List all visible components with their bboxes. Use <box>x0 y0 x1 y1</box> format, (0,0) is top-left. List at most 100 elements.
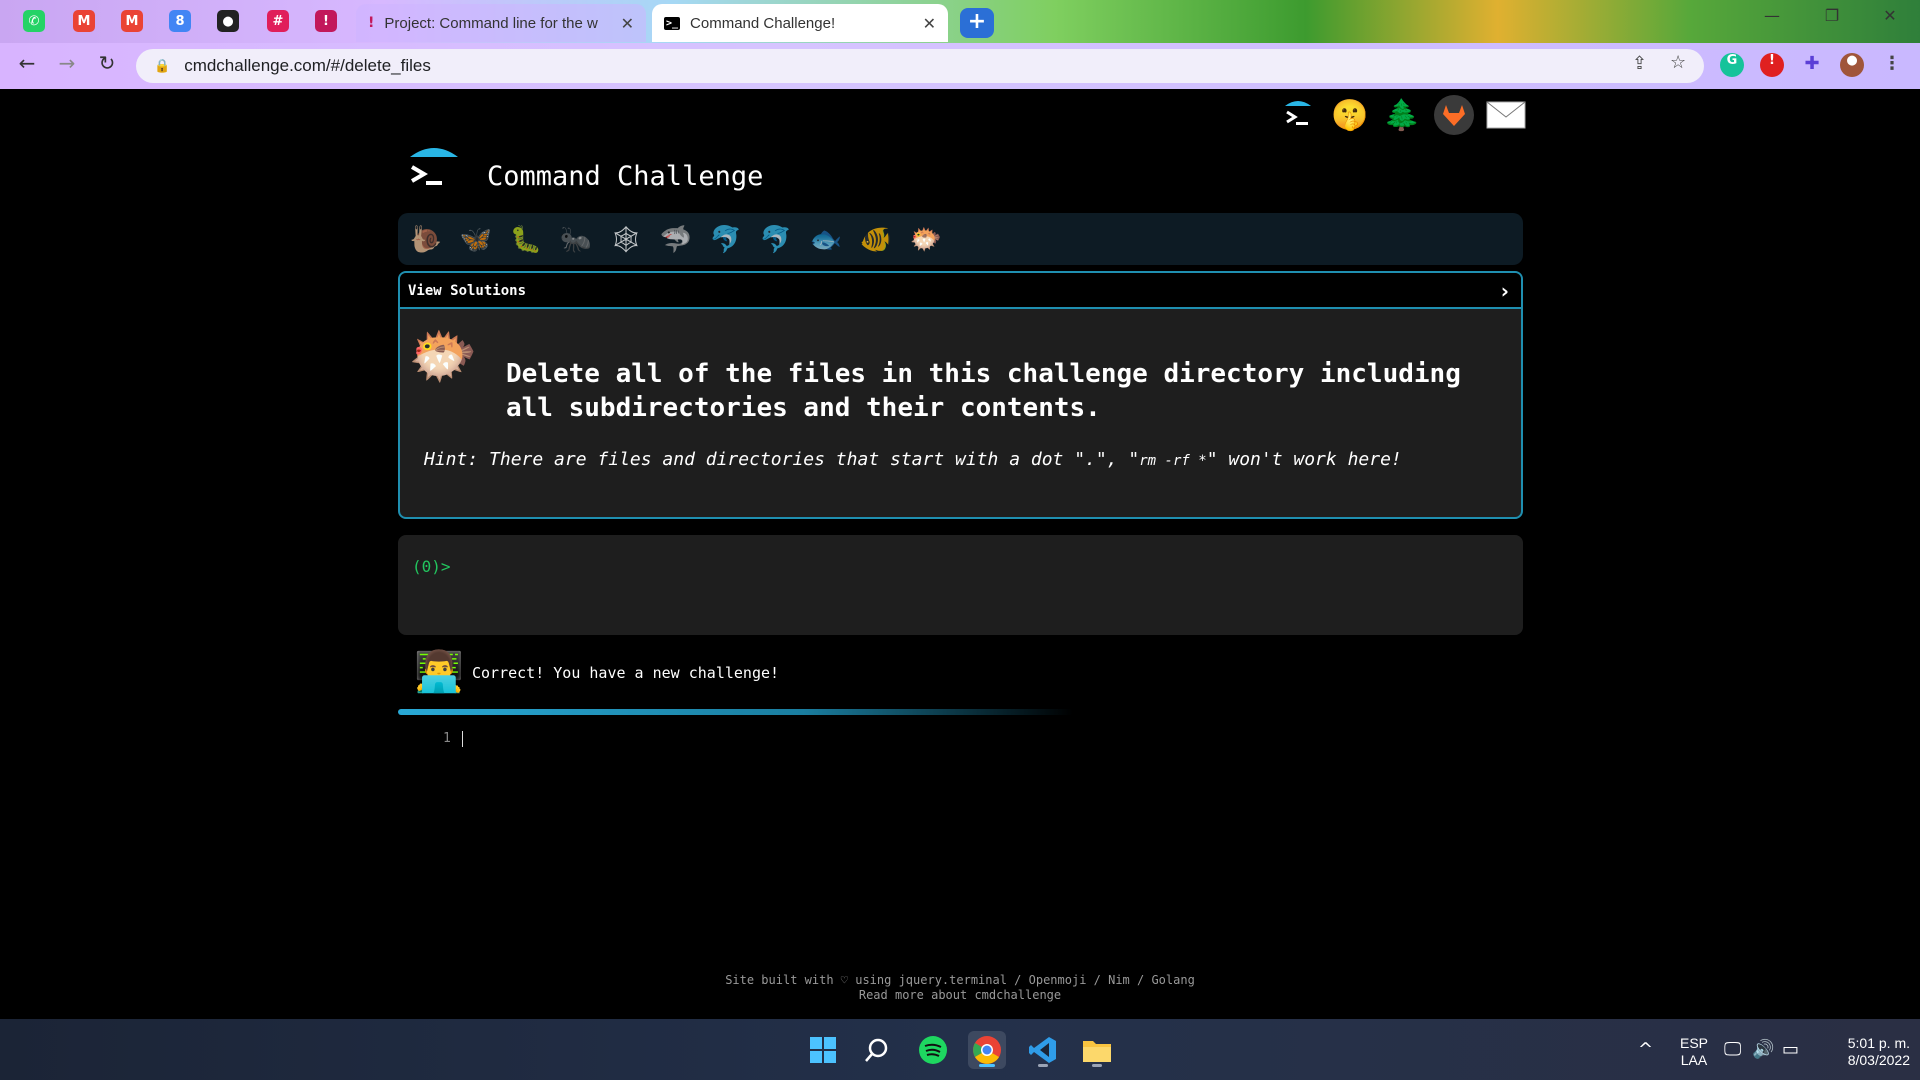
clock[interactable]: 5:01 p. m. 8/03/2022 <box>1820 1035 1910 1069</box>
coder-avatar-icon: 👨‍💻 <box>414 650 464 694</box>
mail-icon[interactable] <box>1486 95 1526 135</box>
butterfly-icon[interactable]: 🦋 <box>458 221 494 257</box>
pin-tab-icon: ! <box>315 10 337 32</box>
footer-credits: Site built with ♡ using jquery.terminal … <box>725 973 1195 987</box>
bookmark-star-icon[interactable]: ☆ <box>1670 52 1686 73</box>
challenge-progress-icons: 🐌 🦋 🐛 🐜 🕸 🦈 🐬 🐬 🐟 🐠 🐡 <box>398 213 1523 265</box>
hint-code: rm -rf * <box>1139 453 1207 469</box>
terminal-prompt: (0)> <box>412 557 451 576</box>
tab-favicon-icon: ! <box>368 15 375 31</box>
blowfish-avatar-icon: 🐡 <box>408 324 478 387</box>
search-icon[interactable] <box>858 1031 896 1069</box>
snail-icon[interactable]: 🐌 <box>408 221 444 257</box>
dolphin-icon[interactable]: 🐬 <box>708 221 744 257</box>
grammarly-icon[interactable]: G <box>1720 53 1744 77</box>
whatsapp-icon: ✆ <box>23 10 45 32</box>
top-icon-bar: 🤫 🌲 <box>1278 95 1526 135</box>
spiderweb-icon[interactable]: 🕸 <box>608 221 644 257</box>
caterpillar-icon[interactable]: 🐛 <box>508 221 544 257</box>
close-tab-icon[interactable]: ✕ <box>621 14 634 33</box>
terminal-input[interactable]: (0)> <box>398 535 1523 635</box>
tab-command-challenge[interactable]: >_ Command Challenge! ✕ <box>652 4 948 42</box>
extensions-icon[interactable]: ✚ <box>1800 53 1824 77</box>
tab-title: Command Challenge! <box>690 14 836 32</box>
github-icon: ● <box>217 10 239 32</box>
editor-line-number: 1 <box>443 731 451 746</box>
maximize-icon[interactable]: ❐ <box>1812 6 1852 34</box>
view-solutions-label: View Solutions <box>408 283 527 299</box>
tab-project[interactable]: ! Project: Command line for the w ✕ <box>356 4 646 42</box>
tropical-fish-icon[interactable]: 🐠 <box>858 221 894 257</box>
language-label: ESP <box>1679 1035 1708 1051</box>
tree-icon[interactable]: 🌲 <box>1382 95 1422 135</box>
chrome-icon[interactable] <box>968 1031 1006 1069</box>
running-app-indicator <box>1092 1064 1102 1067</box>
windows-start-icon[interactable] <box>804 1031 842 1069</box>
hint-suffix: " won't work here! <box>1206 449 1402 470</box>
close-tab-icon[interactable]: ✕ <box>923 14 936 33</box>
file-explorer-icon[interactable] <box>1078 1031 1116 1069</box>
terminal-favicon-icon: >_ <box>664 16 681 30</box>
blowfish-icon[interactable]: 🐡 <box>908 221 944 257</box>
adblock-icon[interactable]: ! <box>1760 53 1784 77</box>
shark-icon[interactable]: 🦈 <box>658 221 694 257</box>
slack-icon: # <box>267 10 289 32</box>
close-window-icon[interactable]: ✕ <box>1870 6 1910 34</box>
address-bar[interactable]: 🔒 cmdchallenge.com/#/delete_files <box>136 49 1704 83</box>
tab-title: Project: Command line for the w <box>384 14 598 32</box>
gitlab-icon[interactable] <box>1434 95 1474 135</box>
battery-icon[interactable]: ▭ <box>1782 1039 1799 1060</box>
fish-icon[interactable]: 🐟 <box>808 221 844 257</box>
new-tab-button[interactable]: + <box>960 8 994 38</box>
minimize-icon[interactable]: — <box>1752 6 1792 34</box>
pinned-tab-github[interactable]: ● <box>206 6 250 36</box>
browser-toolbar: ← → ↻ 🔒 cmdchallenge.com/#/delete_files … <box>0 43 1920 89</box>
network-icon[interactable]: 🖵 <box>1724 1039 1741 1060</box>
result-text: Correct! You have a new challenge! <box>472 664 780 682</box>
face-icon[interactable]: 🤫 <box>1330 95 1370 135</box>
hint-prefix: Hint: There are files and directories th… <box>424 449 1140 470</box>
clock-date: 8/03/2022 <box>1847 1052 1910 1068</box>
challenge-description: Delete all of the files in this challeng… <box>506 359 1461 423</box>
forward-icon[interactable]: → <box>52 51 82 81</box>
calendar-icon: 8 <box>169 10 191 32</box>
challenge-hint: Hint: There are files and directories th… <box>424 449 1402 470</box>
pinned-tab-gmail-2[interactable]: M <box>110 6 154 36</box>
pinned-tab-slack[interactable]: # <box>256 6 300 36</box>
challenge-card: View Solutions › 🐡 Delete all of the fil… <box>398 271 1523 519</box>
clock-time: 5:01 p. m. <box>1847 1035 1910 1051</box>
active-app-indicator <box>979 1064 995 1067</box>
page-content: 🤫 🌲 Command Challenge 🐌 🦋 🐛 🐜 🕸 🦈 🐬 🐬 🐟 … <box>0 89 1920 1019</box>
editor-cursor[interactable] <box>462 731 463 747</box>
pinned-tab-other[interactable]: ! <box>304 6 348 36</box>
running-app-indicator <box>1038 1064 1048 1067</box>
site-logo-icon <box>408 145 460 197</box>
spotify-icon[interactable] <box>914 1031 952 1069</box>
pinned-tab-whatsapp[interactable]: ✆ <box>12 6 56 36</box>
browser-tab-bar: ✆ M M 8 ● # ! ! Project: Command line fo… <box>0 0 1920 43</box>
volume-icon[interactable]: 🔊 <box>1752 1039 1774 1060</box>
back-icon[interactable]: ← <box>12 51 42 81</box>
gmail-icon: M <box>73 10 95 32</box>
chevron-right-icon: › <box>1500 279 1509 303</box>
reload-icon[interactable]: ↻ <box>92 51 122 81</box>
view-solutions-bar[interactable]: View Solutions › <box>400 273 1521 309</box>
ant-icon[interactable]: 🐜 <box>558 221 594 257</box>
share-icon[interactable]: ⇪ <box>1632 53 1647 74</box>
profile-avatar[interactable]: ● <box>1840 53 1864 77</box>
dolphin-icon-2[interactable]: 🐬 <box>758 221 794 257</box>
footer-read-more-link[interactable]: Read more about cmdchallenge <box>0 988 1920 1003</box>
terminal-logo-icon[interactable] <box>1278 95 1318 135</box>
lock-icon: 🔒 <box>154 58 171 74</box>
windows-taskbar: ^ ESP LAA 🖵 🔊 ▭ 5:01 p. m. 8/03/2022 <box>0 1019 1920 1080</box>
menu-icon[interactable]: ⋮ <box>1880 53 1904 77</box>
pinned-tab-gmail[interactable]: M <box>62 6 106 36</box>
page-title: Command Challenge <box>487 161 764 192</box>
progress-bar <box>398 709 1073 715</box>
chevron-up-icon[interactable]: ^ <box>1638 1039 1653 1060</box>
input-language[interactable]: ESP LAA <box>1674 1035 1714 1069</box>
pinned-tab-calendar[interactable]: 8 <box>158 6 202 36</box>
vscode-icon[interactable] <box>1024 1031 1062 1069</box>
url-text: cmdchallenge.com/#/delete_files <box>184 56 431 75</box>
footer: Site built with ♡ using jquery.terminal … <box>0 973 1920 1003</box>
